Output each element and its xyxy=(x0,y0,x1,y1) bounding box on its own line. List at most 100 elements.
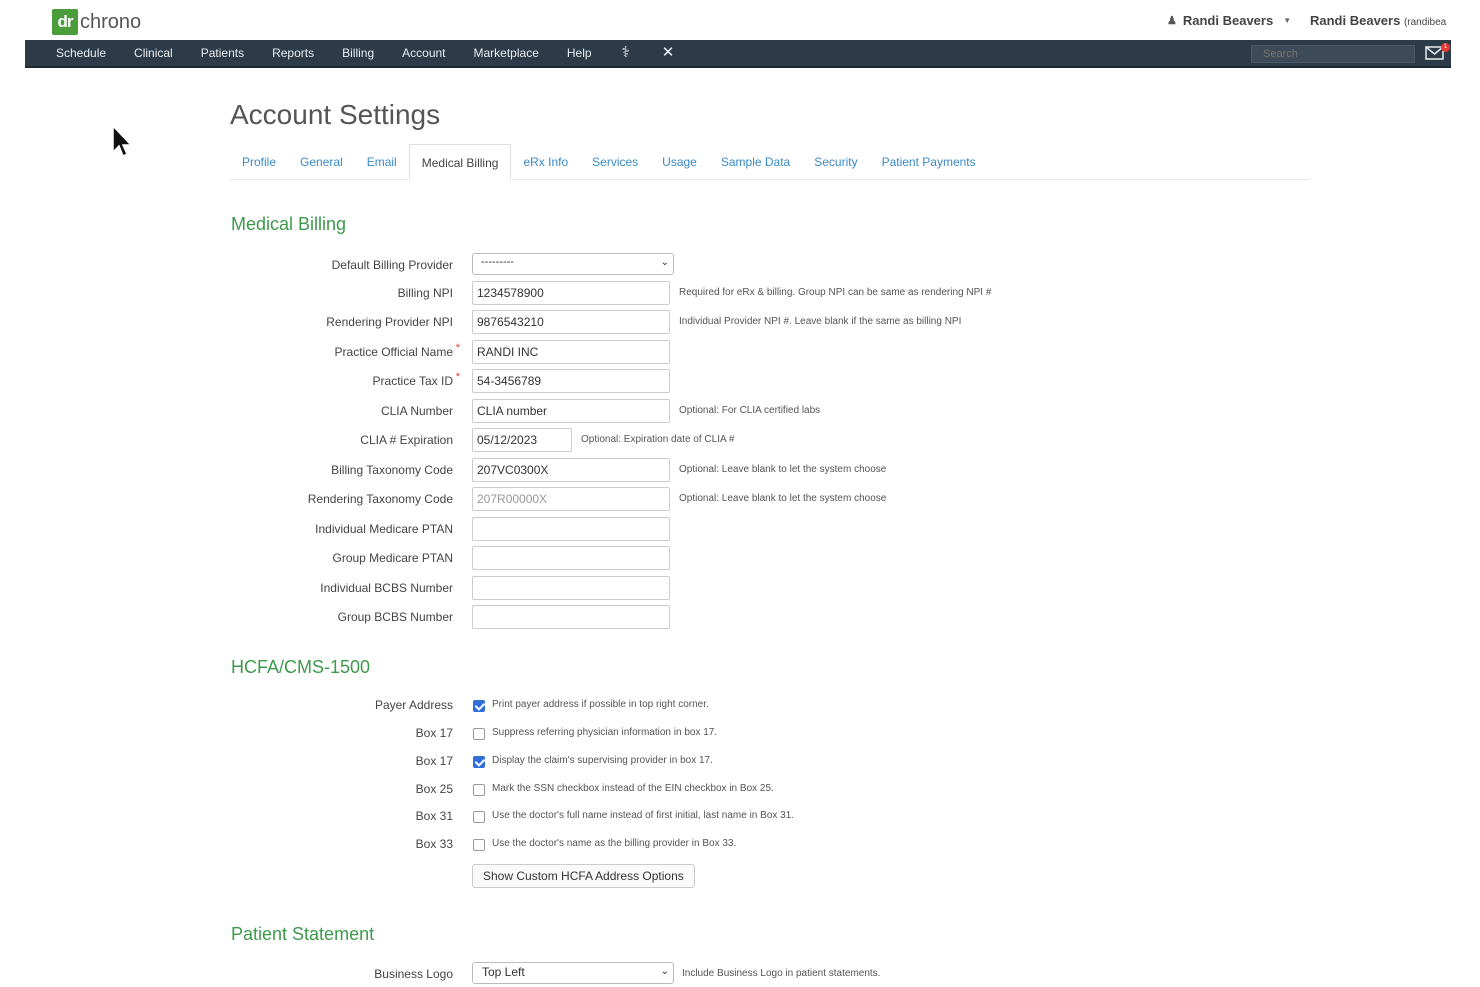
drchrono-logo[interactable]: dr chrono xyxy=(52,9,141,35)
select-value: Top Left xyxy=(482,965,525,979)
form-row-billing-taxonomy-code: Billing Taxonomy Code Optional: Leave bl… xyxy=(230,458,1130,484)
tab-security[interactable]: Security xyxy=(802,144,869,179)
tab-patient-payments[interactable]: Patient Payments xyxy=(870,144,988,179)
user-account-name[interactable]: Randi Beavers (randibea xyxy=(1310,13,1451,28)
option-text: Print payer address if possible in top r… xyxy=(492,699,709,710)
section-title-medical-billing: Medical Billing xyxy=(231,214,347,234)
field-help: Optional: Expiration date of CLIA # xyxy=(581,434,735,445)
section-title-hcfa: HCFA/CMS-1500 xyxy=(231,657,371,677)
form-row-practice-tax-id: Practice Tax ID * xyxy=(230,369,1130,395)
rendering-taxonomy-code-input[interactable] xyxy=(472,487,670,511)
field-help: Optional: For CLIA certified labs xyxy=(679,405,821,416)
nav-help[interactable]: Help xyxy=(553,39,606,67)
clia-expiration-input[interactable] xyxy=(472,428,572,452)
business-logo-select[interactable]: Top Left ⌄ xyxy=(472,962,674,984)
logo-text: chrono xyxy=(80,10,142,33)
clia-number-input[interactable] xyxy=(472,399,670,423)
nav-billing[interactable]: Billing xyxy=(328,39,388,67)
billing-npi-input[interactable] xyxy=(472,281,670,305)
nav-reports[interactable]: Reports xyxy=(258,39,328,67)
option-box31: Box 31 Use the doctor's full name instea… xyxy=(230,808,1130,828)
select-value: --------- xyxy=(481,256,514,268)
chevron-down-icon: ⌄ xyxy=(660,257,669,268)
box33-checkbox[interactable] xyxy=(473,839,485,851)
page-title: Account Settings xyxy=(230,99,441,130)
show-custom-hcfa-address-button[interactable]: Show Custom HCFA Address Options xyxy=(472,864,695,888)
user-menu[interactable]: ♟ Randi Beavers ▼ xyxy=(1167,13,1291,28)
form-row-billing-npi: Billing NPI Required for eRx & billing. … xyxy=(230,281,1130,307)
field-label-text: Practice Tax ID xyxy=(372,374,453,388)
field-label: Individual Medicare PTAN xyxy=(315,522,453,536)
box31-checkbox[interactable] xyxy=(473,811,485,823)
individual-medicare-ptan-input[interactable] xyxy=(472,517,670,541)
tab-usage[interactable]: Usage xyxy=(650,144,709,179)
practice-tax-id-input[interactable] xyxy=(472,369,670,393)
form-row-rendering-taxonomy-code: Rendering Taxonomy Code Optional: Leave … xyxy=(230,487,1130,513)
top-header: dr chrono ♟ Randi Beavers ▼ Randi Beaver… xyxy=(25,0,1451,40)
field-label: Business Logo xyxy=(374,967,453,981)
tab-profile[interactable]: Profile xyxy=(230,144,288,179)
nav-patients[interactable]: Patients xyxy=(187,39,258,67)
nav-marketplace[interactable]: Marketplace xyxy=(460,39,553,67)
form-row-individual-medicare-ptan: Individual Medicare PTAN xyxy=(230,517,1130,543)
payer-address-checkbox[interactable] xyxy=(473,700,485,712)
group-bcbs-number-input[interactable] xyxy=(472,605,670,629)
section-title-patient-statement: Patient Statement xyxy=(231,924,375,944)
user-icon: ♟ xyxy=(1167,15,1177,27)
option-box17-supervising: Box 17 Display the claim's supervising p… xyxy=(230,753,1130,773)
field-help: Optional: Leave blank to let the system … xyxy=(679,493,887,504)
tab-services[interactable]: Services xyxy=(580,144,650,179)
settings-tabs: Profile General Email Medical Billing eR… xyxy=(230,144,1310,180)
option-box25: Box 25 Mark the SSN checkbox instead of … xyxy=(230,781,1130,801)
logo-mark: dr xyxy=(52,9,78,35)
required-marker: * xyxy=(455,342,460,354)
field-help: Optional: Leave blank to let the system … xyxy=(679,464,887,475)
option-label: Box 17 xyxy=(415,754,453,768)
form-row-individual-bcbs-number: Individual BCBS Number xyxy=(230,576,1130,602)
option-text: Suppress referring physician information… xyxy=(492,727,718,738)
tab-erx-info[interactable]: eRx Info xyxy=(511,144,580,179)
group-medicare-ptan-input[interactable] xyxy=(472,546,670,570)
box25-checkbox[interactable] xyxy=(473,784,485,796)
chevron-down-icon: ⌄ xyxy=(660,966,669,977)
field-label: Rendering Taxonomy Code xyxy=(307,492,453,506)
field-label: Billing NPI xyxy=(397,286,453,300)
nav-clinical[interactable]: Clinical xyxy=(120,39,187,67)
tab-general[interactable]: General xyxy=(288,144,355,179)
user-handle: (randibea xyxy=(1403,17,1447,28)
box17-supervising-checkbox[interactable] xyxy=(473,756,485,768)
nav-schedule[interactable]: Schedule xyxy=(25,39,120,67)
tab-sample-data[interactable]: Sample Data xyxy=(709,144,802,179)
option-label: Box 17 xyxy=(415,726,453,740)
billing-taxonomy-code-input[interactable] xyxy=(472,458,670,482)
close-icon[interactable]: ✕ xyxy=(646,39,691,67)
individual-bcbs-number-input[interactable] xyxy=(472,576,670,600)
field-label: Rendering Provider NPI xyxy=(326,315,453,329)
tab-medical-billing[interactable]: Medical Billing xyxy=(408,144,512,180)
form-row-clia-expiration: CLIA # Expiration Optional: Expiration d… xyxy=(230,428,1130,454)
field-label: CLIA Number xyxy=(380,404,453,418)
search-input[interactable] xyxy=(1251,45,1415,63)
form-row-practice-official-name: Practice Official Name * xyxy=(230,340,1130,366)
rendering-provider-npi-input[interactable] xyxy=(472,310,670,334)
field-label-text: Practice Official Name xyxy=(334,345,453,359)
caret-down-icon: ▼ xyxy=(1283,16,1292,25)
user-account-name-text: Randi Beavers xyxy=(1310,13,1401,28)
tab-email[interactable]: Email xyxy=(355,144,409,179)
option-label: Box 25 xyxy=(415,782,453,796)
practice-official-name-input[interactable] xyxy=(472,340,670,364)
field-label: Default Billing Provider xyxy=(331,258,453,272)
field-label: Group Medicare PTAN xyxy=(332,551,454,565)
option-label: Box 33 xyxy=(415,837,453,851)
nav-account[interactable]: Account xyxy=(388,39,459,67)
option-label: Box 31 xyxy=(415,809,453,823)
field-label: Group BCBS Number xyxy=(337,610,453,624)
field-help: Include Business Logo in patient stateme… xyxy=(682,968,881,979)
caduceus-icon[interactable]: ⚕ xyxy=(606,39,646,67)
field-label: Billing Taxonomy Code xyxy=(331,463,453,477)
field-label: CLIA # Expiration xyxy=(360,433,453,447)
default-billing-provider-select[interactable]: --------- ⌄ xyxy=(472,253,674,275)
box17-suppress-checkbox[interactable] xyxy=(473,728,485,740)
field-help: Required for eRx & billing. Group NPI ca… xyxy=(679,287,992,298)
option-label: Payer Address xyxy=(374,698,453,712)
